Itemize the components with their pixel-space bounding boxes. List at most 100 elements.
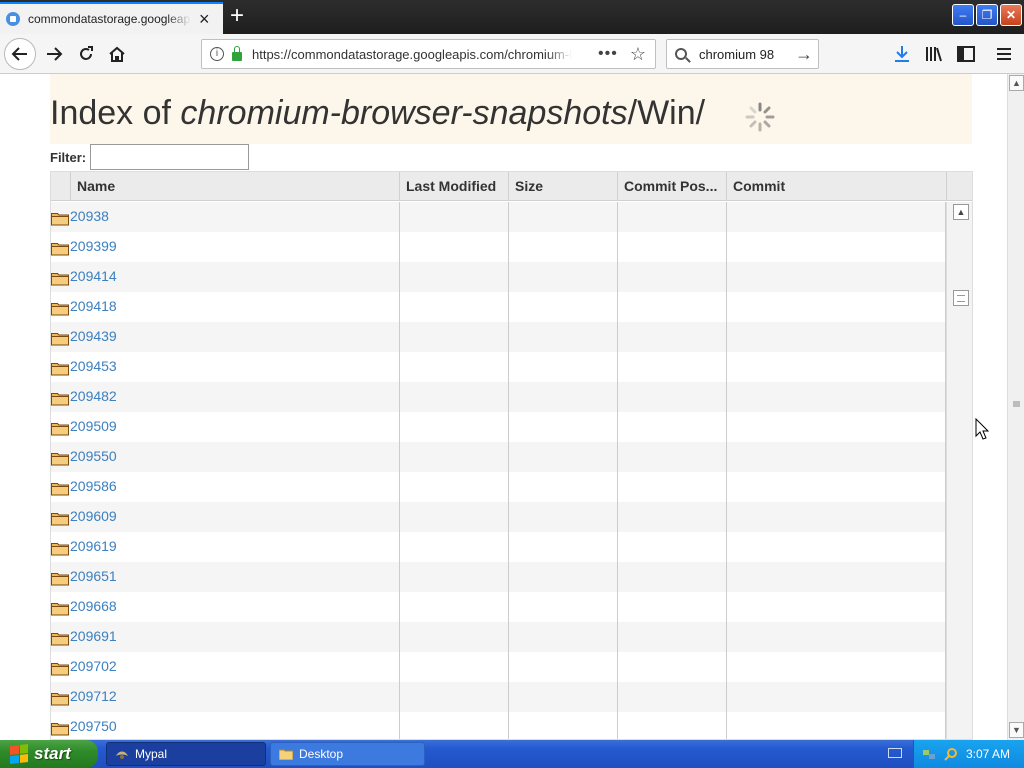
column-header-commit[interactable]: Commit xyxy=(726,172,946,201)
directory-row[interactable]: 20938 xyxy=(51,202,946,232)
directory-row[interactable]: 209619 xyxy=(51,532,946,562)
start-button[interactable]: start xyxy=(0,740,98,768)
url-text[interactable]: https://commondatastorage.googleapis.com… xyxy=(252,47,572,62)
directory-row[interactable]: 209609 xyxy=(51,502,946,532)
taskbar-item-mypal[interactable]: Mypal xyxy=(106,742,266,766)
directory-link[interactable]: 209550 xyxy=(70,448,117,464)
column-header-commit-position[interactable]: Commit Pos... xyxy=(617,172,726,201)
keyboard-layout-icon[interactable] xyxy=(888,748,902,758)
directory-row[interactable]: 209418 xyxy=(51,292,946,322)
directory-link[interactable]: 209691 xyxy=(70,628,117,644)
directory-row[interactable]: 209482 xyxy=(51,382,946,412)
directory-row[interactable]: 209414 xyxy=(51,262,946,292)
directory-row[interactable]: 209668 xyxy=(51,592,946,622)
directory-link[interactable]: 209509 xyxy=(70,418,117,434)
library-button[interactable] xyxy=(920,40,948,68)
info-icon[interactable]: i xyxy=(210,47,224,61)
page-scroll-thumb[interactable] xyxy=(1010,386,1023,422)
grid-cell xyxy=(508,202,509,232)
go-arrow-icon[interactable]: → xyxy=(795,44,813,65)
minimize-button[interactable]: – xyxy=(952,4,974,26)
scroll-down-icon[interactable]: ▼ xyxy=(1009,722,1024,738)
directory-link[interactable]: 20938 xyxy=(70,208,109,224)
search-tray-icon[interactable] xyxy=(944,747,958,761)
directory-row[interactable]: 209750 xyxy=(51,712,946,739)
directory-row[interactable]: 209550 xyxy=(51,442,946,472)
directory-link[interactable]: 209482 xyxy=(70,388,117,404)
directory-row[interactable]: 209439 xyxy=(51,322,946,352)
grid-scroll-thumb[interactable] xyxy=(953,290,969,306)
folder-icon xyxy=(51,690,69,706)
directory-link[interactable]: 209609 xyxy=(70,508,117,524)
network-icon[interactable] xyxy=(922,747,936,761)
grid-cell xyxy=(399,232,400,262)
bookmark-star-icon[interactable]: ☆ xyxy=(630,44,646,65)
back-button[interactable] xyxy=(4,38,36,70)
mypal-app-icon xyxy=(116,751,128,759)
sidebar-button[interactable] xyxy=(952,40,980,68)
directory-link[interactable]: 209414 xyxy=(70,268,117,284)
page-actions-icon[interactable]: ••• xyxy=(598,45,618,63)
grid-cell xyxy=(399,562,400,592)
directory-row[interactable]: 209586 xyxy=(51,472,946,502)
close-tab-icon[interactable]: × xyxy=(199,10,210,28)
reload-button[interactable] xyxy=(72,40,100,68)
grid-cell xyxy=(726,262,727,292)
grid-cell xyxy=(617,472,618,502)
folder-icon xyxy=(51,420,69,436)
directory-link[interactable]: 209439 xyxy=(70,328,117,344)
directory-row[interactable]: 209453 xyxy=(51,352,946,382)
search-icon xyxy=(675,48,687,60)
directory-link[interactable]: 209399 xyxy=(70,238,117,254)
column-header-name[interactable]: Name xyxy=(70,172,399,201)
home-button[interactable] xyxy=(103,40,131,68)
grid-cell xyxy=(617,712,618,739)
restore-button[interactable]: ❐ xyxy=(976,4,998,26)
grid-cell xyxy=(508,442,509,472)
folder-icon xyxy=(51,360,69,376)
menu-button[interactable] xyxy=(990,40,1018,68)
close-window-button[interactable]: ✕ xyxy=(1000,4,1022,26)
search-input[interactable]: chromium 98 xyxy=(699,47,795,62)
directory-link[interactable]: 209586 xyxy=(70,478,117,494)
page-scrollbar[interactable]: ▲ ▼ xyxy=(1007,74,1024,740)
grid-cell xyxy=(508,622,509,652)
directory-row[interactable]: 209712 xyxy=(51,682,946,712)
directory-link[interactable]: 209702 xyxy=(70,658,117,674)
directory-row[interactable]: 209702 xyxy=(51,652,946,682)
taskbar-item-desktop[interactable]: Desktop xyxy=(270,742,425,766)
search-bar[interactable]: chromium 98 → xyxy=(666,39,819,69)
filter-input[interactable] xyxy=(90,144,249,170)
column-header-last-modified[interactable]: Last Modified xyxy=(399,172,508,201)
grid-cell xyxy=(508,292,509,322)
site-favicon-icon xyxy=(6,12,20,26)
grid-cell xyxy=(617,652,618,682)
directory-link[interactable]: 209453 xyxy=(70,358,117,374)
address-bar[interactable]: i https://commondatastorage.googleapis.c… xyxy=(201,39,656,69)
grid-cell xyxy=(617,502,618,532)
folder-icon xyxy=(279,749,293,760)
directory-link[interactable]: 209712 xyxy=(70,688,117,704)
forward-button[interactable] xyxy=(40,40,68,68)
directory-row[interactable]: 209399 xyxy=(51,232,946,262)
folder-icon xyxy=(51,240,69,256)
directory-row[interactable]: 209691 xyxy=(51,622,946,652)
new-tab-button[interactable]: + xyxy=(230,4,244,28)
directory-link[interactable]: 209651 xyxy=(70,568,117,584)
grid-scroll-up-icon[interactable]: ▲ xyxy=(953,204,969,220)
directory-link[interactable]: 209418 xyxy=(70,298,117,314)
directory-link[interactable]: 209619 xyxy=(70,538,117,554)
forward-arrow-icon xyxy=(47,47,63,61)
directory-link[interactable]: 209668 xyxy=(70,598,117,614)
folder-icon xyxy=(51,390,69,406)
directory-link[interactable]: 209750 xyxy=(70,718,117,734)
grid-scrollbar[interactable]: ▲ xyxy=(946,202,972,739)
download-button[interactable] xyxy=(888,40,916,68)
file-grid: Name Last Modified Size Commit Pos... Co… xyxy=(50,171,973,740)
scroll-up-icon[interactable]: ▲ xyxy=(1009,75,1024,91)
directory-row[interactable]: 209509 xyxy=(51,412,946,442)
browser-tab[interactable]: commondatastorage.googleapis.com/chromiu… xyxy=(0,2,223,34)
column-header-size[interactable]: Size xyxy=(508,172,617,201)
grid-cell xyxy=(617,562,618,592)
directory-row[interactable]: 209651 xyxy=(51,562,946,592)
